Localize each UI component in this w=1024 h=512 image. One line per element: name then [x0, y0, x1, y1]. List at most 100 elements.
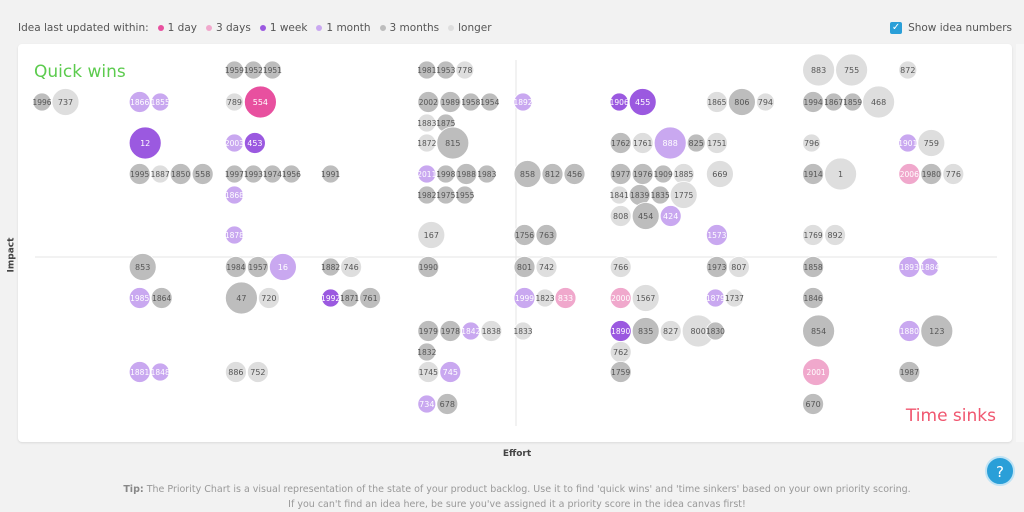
scrollbar[interactable] — [1016, 44, 1024, 442]
idea-bubble[interactable]: 1993 — [244, 164, 263, 184]
idea-bubble[interactable]: 2006 — [898, 163, 921, 185]
idea-bubble[interactable]: 1956 — [282, 164, 301, 184]
idea-bubble[interactable]: 2001 — [802, 358, 830, 386]
idea-bubble[interactable]: 47 — [224, 281, 258, 315]
idea-bubble[interactable]: 1769 — [802, 224, 824, 246]
idea-bubble[interactable]: 778 — [455, 60, 475, 80]
idea-bubble[interactable]: 1884 — [920, 257, 940, 277]
help-button[interactable]: ? — [985, 456, 1015, 486]
idea-bubble[interactable]: 1977 — [609, 163, 632, 185]
idea-bubble[interactable]: 1952 — [244, 60, 263, 80]
idea-bubble[interactable]: 1842 — [461, 321, 481, 341]
idea-bubble[interactable]: 1850 — [169, 163, 192, 185]
idea-bubble[interactable]: 1997 — [225, 164, 244, 184]
idea-bubble[interactable]: 1974 — [263, 164, 282, 184]
idea-bubble[interactable]: 1976 — [631, 163, 654, 185]
idea-bubble[interactable]: 1957 — [246, 256, 269, 278]
idea-bubble[interactable]: 1978 — [439, 320, 462, 342]
idea-bubble[interactable]: 1867 — [824, 92, 843, 112]
idea-bubble[interactable]: 1745 — [417, 361, 440, 383]
idea-bubble[interactable]: 833 — [554, 287, 577, 309]
idea-bubble[interactable]: 1751 — [706, 132, 728, 154]
idea-bubble[interactable]: 453 — [243, 132, 266, 154]
idea-bubble[interactable]: 806 — [728, 88, 756, 116]
idea-bubble[interactable]: 872 — [898, 60, 918, 80]
idea-bubble[interactable]: 1835 — [651, 185, 670, 205]
idea-bubble[interactable]: 1775 — [669, 181, 698, 209]
idea-bubble[interactable]: 886 — [224, 361, 247, 383]
idea-bubble[interactable]: 1859 — [843, 92, 862, 112]
idea-bubble[interactable]: 1990 — [417, 256, 440, 278]
idea-bubble[interactable]: 554 — [243, 85, 277, 119]
idea-bubble[interactable]: 835 — [631, 317, 660, 345]
idea-bubble[interactable]: 1953 — [436, 60, 456, 80]
idea-bubble[interactable]: 1879 — [706, 288, 725, 308]
idea-bubble[interactable]: 1973 — [706, 256, 728, 278]
idea-bubble[interactable]: 1975 — [436, 185, 456, 205]
idea-bubble[interactable]: 1573 — [706, 224, 728, 246]
idea-bubble[interactable]: 1882 — [321, 257, 340, 277]
idea-bubble[interactable]: 1958 — [461, 92, 481, 112]
idea-bubble[interactable]: 123 — [920, 314, 954, 348]
idea-bubble[interactable]: 854 — [802, 314, 835, 348]
idea-bubble[interactable]: 1999 — [513, 287, 536, 309]
show-idea-numbers-checkbox[interactable]: ✓ Show idea numbers — [890, 22, 1012, 34]
idea-bubble[interactable]: 737 — [51, 88, 80, 116]
idea-bubble[interactable]: 1984 — [224, 256, 247, 278]
idea-bubble[interactable]: 670 — [802, 393, 824, 415]
idea-bubble[interactable]: 558 — [191, 163, 214, 185]
idea-bubble[interactable]: 720 — [257, 287, 280, 309]
idea-bubble[interactable]: 1 — [824, 157, 857, 191]
idea-bubble[interactable]: 763 — [535, 224, 558, 246]
idea-bubble[interactable]: 761 — [359, 287, 382, 309]
idea-bubble[interactable]: 812 — [541, 163, 564, 185]
idea-bubble[interactable]: 1914 — [802, 163, 824, 185]
idea-bubble[interactable]: 808 — [609, 205, 632, 227]
idea-bubble[interactable]: 794 — [756, 92, 775, 112]
idea-bubble[interactable]: 1762 — [609, 132, 632, 154]
idea-bubble[interactable]: 796 — [802, 133, 821, 153]
idea-bubble[interactable]: 1865 — [706, 91, 728, 113]
idea-bubble[interactable]: 1909 — [654, 164, 673, 184]
idea-bubble[interactable]: 1830 — [706, 321, 725, 341]
idea-bubble[interactable]: 167 — [417, 221, 446, 249]
idea-bubble[interactable]: 1756 — [513, 224, 536, 246]
idea-bubble[interactable]: 455 — [628, 88, 657, 116]
idea-bubble[interactable]: 888 — [653, 126, 687, 160]
idea-bubble[interactable]: 1848 — [151, 362, 170, 382]
idea-bubble[interactable]: 759 — [917, 129, 946, 157]
idea-bubble[interactable]: 1841 — [610, 185, 629, 205]
idea-bubble[interactable]: 776 — [942, 163, 965, 185]
idea-bubble[interactable]: 424 — [659, 205, 682, 227]
idea-bubble[interactable]: 1992 — [321, 288, 340, 308]
idea-bubble[interactable]: 1987 — [898, 361, 921, 383]
idea-bubble[interactable]: 1838 — [480, 320, 503, 342]
idea-bubble[interactable]: 746 — [340, 256, 363, 278]
idea-bubble[interactable]: 1996 — [32, 92, 52, 112]
idea-bubble[interactable]: 1871 — [340, 288, 359, 308]
idea-bubble[interactable]: 1878 — [225, 225, 244, 245]
idea-bubble[interactable]: 1883 — [417, 113, 437, 133]
idea-bubble[interactable]: 1995 — [128, 163, 151, 185]
idea-bubble[interactable]: 1991 — [321, 164, 340, 184]
idea-bubble[interactable]: 1906 — [610, 92, 629, 112]
idea-bubble[interactable]: 1868 — [225, 185, 244, 205]
idea-bubble[interactable]: 1833 — [513, 321, 533, 341]
idea-bubble[interactable]: 1988 — [455, 163, 478, 185]
idea-bubble[interactable]: 762 — [609, 341, 632, 363]
idea-bubble[interactable]: 807 — [728, 256, 750, 278]
idea-bubble[interactable]: 1858 — [802, 256, 824, 278]
idea-bubble[interactable]: 1866 — [128, 91, 151, 113]
idea-bubble[interactable]: 2003 — [225, 133, 244, 153]
idea-bubble[interactable]: 892 — [824, 224, 846, 246]
idea-bubble[interactable]: 1880 — [898, 320, 921, 342]
idea-bubble[interactable]: 2011 — [417, 164, 437, 184]
idea-bubble[interactable]: 742 — [535, 256, 558, 278]
idea-bubble[interactable]: 1855 — [151, 92, 170, 112]
idea-bubble[interactable]: 883 — [802, 53, 835, 87]
idea-bubble[interactable]: 1893 — [898, 256, 921, 278]
idea-bubble[interactable]: 16 — [268, 253, 297, 281]
idea-bubble[interactable]: 2002 — [417, 91, 440, 113]
idea-bubble[interactable]: 454 — [631, 202, 660, 230]
idea-bubble[interactable]: 1954 — [480, 92, 500, 112]
